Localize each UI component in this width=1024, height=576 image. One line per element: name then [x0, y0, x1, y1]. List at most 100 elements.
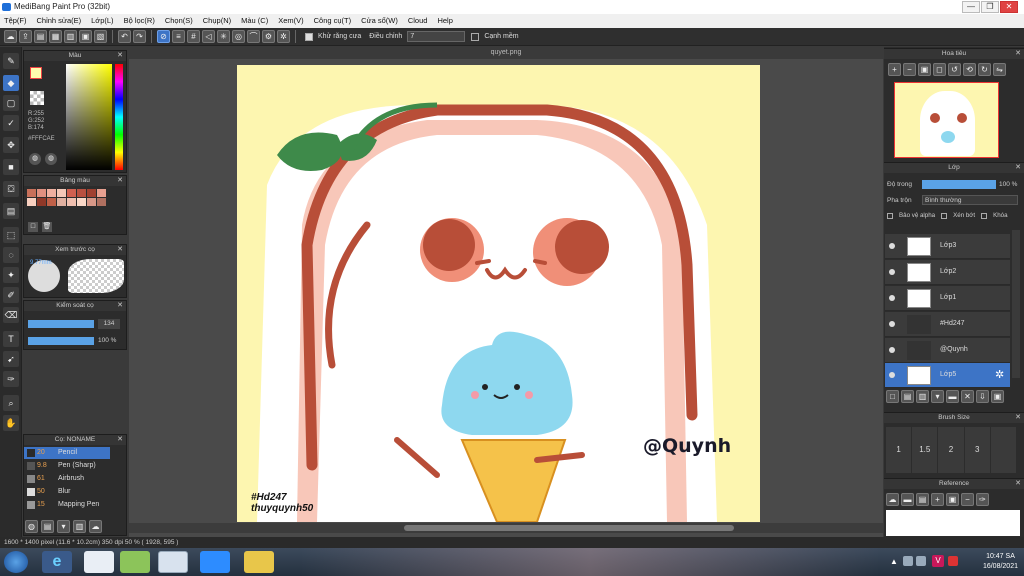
- hue-slider[interactable]: [115, 64, 123, 170]
- delete-palette-icon[interactable]: 🗑: [42, 222, 52, 232]
- adjust-select[interactable]: 7: [407, 31, 466, 42]
- palette-swatch[interactable]: [27, 189, 36, 197]
- layer-row-hd247[interactable]: #Hd247: [885, 312, 1010, 337]
- document-canvas[interactable]: @Quynh #Hd247 thuyquynh50: [237, 65, 760, 522]
- snap-cross-icon[interactable]: #: [187, 30, 200, 43]
- layout-icon[interactable]: ▣: [79, 30, 92, 43]
- close-icon[interactable]: ✕: [1015, 413, 1021, 423]
- brush-opacity-value[interactable]: 100 %: [98, 336, 124, 346]
- rotate-left-icon[interactable]: ↺: [948, 63, 961, 76]
- close-icon[interactable]: ✕: [1015, 479, 1021, 489]
- rect-select-icon[interactable]: ▢: [3, 95, 19, 111]
- reference-cloud-icon[interactable]: ☁: [886, 493, 899, 506]
- explorer-icon[interactable]: [244, 551, 274, 573]
- ie-icon[interactable]: e: [42, 551, 72, 573]
- close-icon[interactable]: ✕: [1015, 163, 1021, 173]
- view-icon[interactable]: ▧: [94, 30, 107, 43]
- text-tool-icon[interactable]: T: [3, 331, 19, 347]
- delete-layer-icon[interactable]: ✕: [961, 390, 974, 403]
- saturation-value-picker[interactable]: [66, 64, 112, 170]
- new-palette-icon[interactable]: □: [28, 222, 38, 232]
- bucket-icon[interactable]: ⛋: [3, 181, 19, 197]
- close-icon[interactable]: ✕: [1015, 49, 1021, 59]
- select-eraser-icon[interactable]: ⌫: [3, 307, 19, 323]
- close-icon[interactable]: ✕: [117, 245, 123, 255]
- close-button[interactable]: ✕: [1000, 1, 1018, 13]
- close-icon[interactable]: ✕: [117, 176, 123, 186]
- palette-swatch[interactable]: [37, 198, 46, 206]
- operation-icon[interactable]: ➹: [3, 351, 19, 367]
- layer-row-lop3[interactable]: Lớp3: [885, 234, 1010, 259]
- blend-mode-select[interactable]: Bình thường: [922, 195, 1018, 205]
- layer-opacity-value[interactable]: 100 %: [999, 181, 1017, 188]
- brush-size-cell[interactable]: 1.5: [912, 427, 938, 473]
- brush-copy-icon[interactable]: ▥: [73, 520, 86, 533]
- duplicate-layer-icon[interactable]: ▣: [991, 390, 1004, 403]
- layer-row-lop5[interactable]: Lớp5 ✲: [885, 363, 1010, 388]
- redo-icon[interactable]: ↷: [133, 30, 146, 43]
- brush-size-slider[interactable]: [28, 320, 94, 328]
- lock-checkbox[interactable]: [981, 212, 988, 219]
- clipping-checkbox[interactable]: [941, 212, 948, 219]
- palette-swatch[interactable]: [57, 198, 66, 206]
- brush-menu-icon[interactable]: ▾: [57, 520, 70, 533]
- volume-icon[interactable]: [916, 556, 926, 566]
- reference-doc-icon[interactable]: ▤: [916, 493, 929, 506]
- grid-icon[interactable]: ▦: [49, 30, 62, 43]
- comment-icon[interactable]: ▤: [34, 30, 47, 43]
- menu-snap[interactable]: Chụp(N): [203, 14, 231, 28]
- menu-cloud[interactable]: Cloud: [408, 14, 428, 28]
- reference-fit-icon[interactable]: ▣: [946, 493, 959, 506]
- close-icon[interactable]: ✕: [117, 301, 123, 311]
- palette-swatch[interactable]: [47, 198, 56, 206]
- menu-tools[interactable]: Công cụ(T): [314, 14, 352, 28]
- soft-edge-checkbox[interactable]: [471, 32, 480, 41]
- panel-icon[interactable]: ▥: [64, 30, 77, 43]
- brush-size-cell[interactable]: 2: [938, 427, 964, 473]
- palette-swatch[interactable]: [57, 189, 66, 197]
- menu-view[interactable]: Xem(V): [278, 14, 303, 28]
- palette-swatch[interactable]: [47, 189, 56, 197]
- fit-icon[interactable]: ▣: [918, 63, 931, 76]
- coccoc-icon[interactable]: [120, 551, 150, 573]
- dropper-icon[interactable]: ✑: [3, 371, 19, 387]
- reference-eyedropper-icon[interactable]: ✑: [976, 493, 989, 506]
- antialias-checkbox[interactable]: [305, 32, 313, 41]
- network-icon[interactable]: [903, 556, 913, 566]
- reference-zoom-out-icon[interactable]: −: [961, 493, 974, 506]
- restore-button[interactable]: ❐: [981, 1, 999, 13]
- palette-swatch[interactable]: [77, 189, 86, 197]
- eyedropper-icon[interactable]: ⌕: [3, 395, 19, 411]
- menu-select[interactable]: Chọn(S): [165, 14, 193, 28]
- brush-item[interactable]: 61 Airbrush: [24, 473, 110, 485]
- brush-item[interactable]: 50 Blur: [24, 486, 110, 498]
- palette-swatch[interactable]: [87, 189, 96, 197]
- snap-circle-icon[interactable]: ◎: [232, 30, 245, 43]
- brush-size-cell[interactable]: [990, 427, 1016, 473]
- brush-size-cell[interactable]: 1: [886, 427, 912, 473]
- layer-scrollbar[interactable]: [1012, 230, 1020, 378]
- zoom-icon[interactable]: [200, 551, 230, 573]
- menu-layer[interactable]: Lớp(L): [91, 14, 113, 28]
- palette-swatch[interactable]: [87, 198, 96, 206]
- layer-row-lop1[interactable]: Lớp1: [885, 286, 1010, 311]
- zoom-out-icon[interactable]: −: [903, 63, 916, 76]
- app-tray-icon[interactable]: [948, 556, 958, 566]
- upload-icon[interactable]: ⇪: [19, 30, 32, 43]
- close-icon[interactable]: ✕: [117, 435, 123, 445]
- new-8bit-layer-icon[interactable]: ▤: [901, 390, 914, 403]
- gradient-icon[interactable]: ▤: [3, 203, 19, 219]
- rotate-reset-icon[interactable]: ⟲: [963, 63, 976, 76]
- color-wheel-icon[interactable]: ◍: [29, 153, 41, 165]
- new-1bit-layer-icon[interactable]: ▥: [916, 390, 929, 403]
- brush-size-value[interactable]: 134: [98, 319, 120, 329]
- horizontal-scrollbar[interactable]: [129, 523, 883, 533]
- layer-row-lop2[interactable]: Lớp2: [885, 260, 1010, 285]
- zalo-icon[interactable]: [84, 551, 114, 573]
- lasso-icon[interactable]: ✓: [3, 115, 19, 131]
- color-grid-icon[interactable]: ◍: [45, 153, 57, 165]
- menu-filter[interactable]: Bộ lọc(R): [124, 14, 155, 28]
- palette-swatch[interactable]: [27, 198, 36, 206]
- eraser-tool-icon[interactable]: ◆: [3, 75, 19, 91]
- protect-alpha-checkbox[interactable]: [887, 212, 893, 219]
